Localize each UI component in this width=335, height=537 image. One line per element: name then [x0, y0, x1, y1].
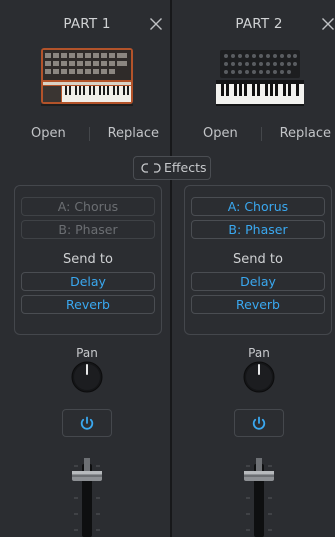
replace-button[interactable]: Replace — [280, 124, 331, 144]
part-1-fx-panel: A: Chorus B: Phaser Send to Delay Reverb — [14, 185, 162, 335]
part-1-header: PART 1 — [5, 14, 169, 34]
volume-fader[interactable] — [65, 458, 109, 537]
send-reverb-button[interactable]: Reverb — [21, 295, 155, 314]
fx-slot-b[interactable]: B: Phaser — [191, 220, 325, 239]
part-2-header: PART 2 — [177, 14, 335, 34]
power-icon — [80, 416, 94, 430]
pan-knob[interactable] — [71, 361, 103, 393]
fx-slot-a[interactable]: A: Chorus — [191, 197, 325, 216]
part-divider — [170, 0, 172, 537]
send-reverb-button[interactable]: Reverb — [191, 295, 325, 314]
power-icon — [252, 416, 266, 430]
open-button[interactable]: Open — [203, 124, 238, 144]
part-2-actions: Open Replace — [177, 124, 335, 144]
part-2-strip: PART 2 Open Replace A: Chorus B: Phaser … — [177, 0, 335, 537]
fx-slot-b[interactable]: B: Phaser — [21, 220, 155, 239]
pan-label: Pan — [76, 346, 98, 360]
actions-separator — [89, 127, 90, 141]
link-icon — [141, 163, 161, 173]
pan-label: Pan — [248, 346, 270, 360]
pan-knob[interactable] — [243, 361, 275, 393]
part-2-fx-panel: A: Chorus B: Phaser Send to Delay Reverb — [184, 185, 332, 335]
part-1-strip: PART 1 Open Replace A: Chorus B: Phaser … — [5, 0, 169, 537]
synth-thumbnail-orange[interactable] — [38, 46, 136, 108]
fx-slot-a[interactable]: A: Chorus — [21, 197, 155, 216]
send-delay-button[interactable]: Delay — [191, 272, 325, 291]
effects-label: Effects — [164, 160, 207, 175]
close-icon[interactable] — [318, 14, 335, 34]
send-to-label: Send to — [233, 252, 283, 267]
part-1-power-button[interactable] — [62, 409, 112, 437]
replace-button[interactable]: Replace — [108, 124, 159, 144]
part-2-title: PART 2 — [235, 16, 283, 32]
synth-thumbnail-black[interactable] — [210, 46, 308, 108]
mixer-panel: PART 1 Open Replace A: Chorus B: Phaser … — [0, 0, 335, 537]
open-button[interactable]: Open — [31, 124, 66, 144]
volume-fader[interactable] — [237, 458, 281, 537]
part-2-power-button[interactable] — [234, 409, 284, 437]
close-icon[interactable] — [146, 14, 166, 34]
part-1-actions: Open Replace — [5, 124, 169, 144]
actions-separator — [261, 127, 262, 141]
effects-link-button[interactable]: Effects — [133, 156, 211, 180]
part-1-title: PART 1 — [63, 16, 111, 32]
send-to-label: Send to — [63, 252, 113, 267]
send-delay-button[interactable]: Delay — [21, 272, 155, 291]
